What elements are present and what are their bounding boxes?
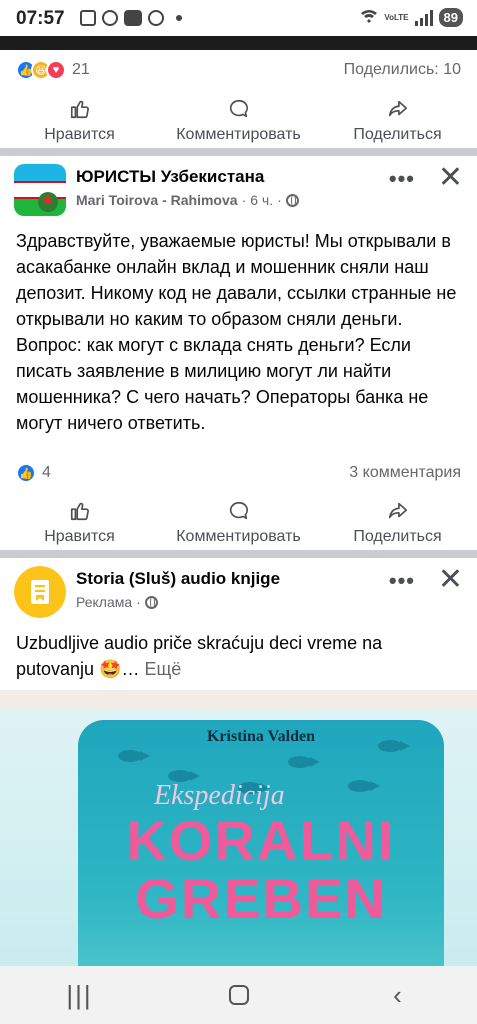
like-reaction-icon: 👍: [16, 463, 36, 483]
thumbs-up-icon: [70, 502, 89, 521]
page-avatar[interactable]: [14, 566, 66, 618]
post-reactions-row[interactable]: 👍 😆 ♥ 21 Поделились: 10: [16, 60, 461, 80]
group-avatar[interactable]: [14, 164, 66, 216]
globe-icon: [144, 595, 158, 609]
shares-count[interactable]: Поделились: 10: [344, 61, 461, 79]
thumbs-up-icon: [70, 100, 89, 119]
volte-indicator: VoLTE: [384, 12, 409, 22]
ad-header: Storia (Sluš) audio knjige Реклама · •••…: [14, 563, 463, 622]
post-author[interactable]: Mari Toirova - Rahimova: [76, 192, 238, 208]
ad-page-name[interactable]: Storia (Sluš) audio knjige: [76, 569, 280, 589]
system-navigation-bar: ||| ‹: [0, 966, 477, 1024]
youtube-icon: [124, 10, 142, 26]
message-icon: [102, 10, 118, 26]
globe-icon: [285, 193, 299, 207]
post-reactions-row[interactable]: 👍 4 3 комментария: [16, 463, 461, 483]
reaction-count[interactable]: 4: [42, 464, 51, 482]
recent-apps-icon[interactable]: |||: [40, 980, 120, 1011]
instagram-icon: [148, 10, 164, 26]
status-bar: 07:57 VoLTE 89: [0, 0, 477, 36]
sponsored-label[interactable]: Реклама: [76, 594, 132, 610]
post-header: ЮРИСТЫ Узбекистана Mari Toirova - Rahimo…: [14, 161, 463, 220]
post-body: Здравствуйте, уважаемые юристы! Мы откры…: [16, 231, 457, 433]
comment-icon: [229, 99, 248, 118]
love-reaction-icon: ♥: [46, 60, 66, 80]
back-icon[interactable]: ‹: [358, 980, 438, 1011]
feed-divider: [0, 550, 477, 558]
close-icon[interactable]: ✕: [438, 160, 463, 195]
reaction-count[interactable]: 21: [72, 61, 90, 79]
more-options-icon[interactable]: •••: [389, 166, 415, 192]
book-title: KORALNI GREBEN: [126, 809, 396, 930]
signal-icon: [414, 9, 433, 26]
share-icon: [388, 502, 407, 519]
post-time[interactable]: 6 ч.: [250, 192, 273, 208]
group-name[interactable]: ЮРИСТЫ Узбекистана: [76, 167, 264, 187]
more-options-icon[interactable]: •••: [389, 568, 415, 594]
status-time: 07:57: [16, 8, 65, 29]
wifi-icon: [360, 9, 378, 26]
book-author: Kristina Valden: [206, 728, 316, 745]
battery-indicator: 89: [438, 8, 463, 27]
home-icon[interactable]: [228, 985, 249, 1005]
close-icon[interactable]: ✕: [438, 562, 463, 597]
feed-divider: [0, 148, 477, 156]
book-subtitle: Ekspedicija: [154, 780, 285, 811]
previous-post-edge: [0, 36, 477, 50]
more-notifications-dot: [176, 15, 182, 21]
ad-body: Uzbudljive audio priče skraćuju deci vre…: [16, 633, 383, 679]
share-icon: [388, 100, 407, 117]
comments-count[interactable]: 3 комментария: [349, 464, 461, 482]
sim-icon: [80, 10, 96, 26]
see-more-link[interactable]: Ещё: [144, 659, 181, 679]
comment-icon: [229, 501, 248, 520]
